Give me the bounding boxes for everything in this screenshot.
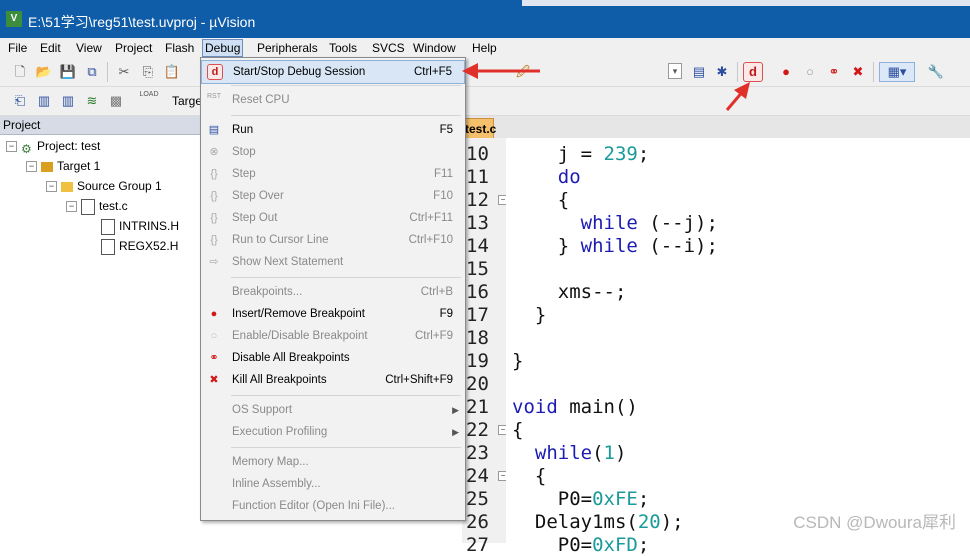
annotation-arrows xyxy=(462,63,750,111)
watermark: CSDN @Dwoura犀利 xyxy=(793,513,956,532)
arrow-to-menu-item xyxy=(462,63,540,79)
arrow-to-toolbar-button xyxy=(725,82,750,111)
